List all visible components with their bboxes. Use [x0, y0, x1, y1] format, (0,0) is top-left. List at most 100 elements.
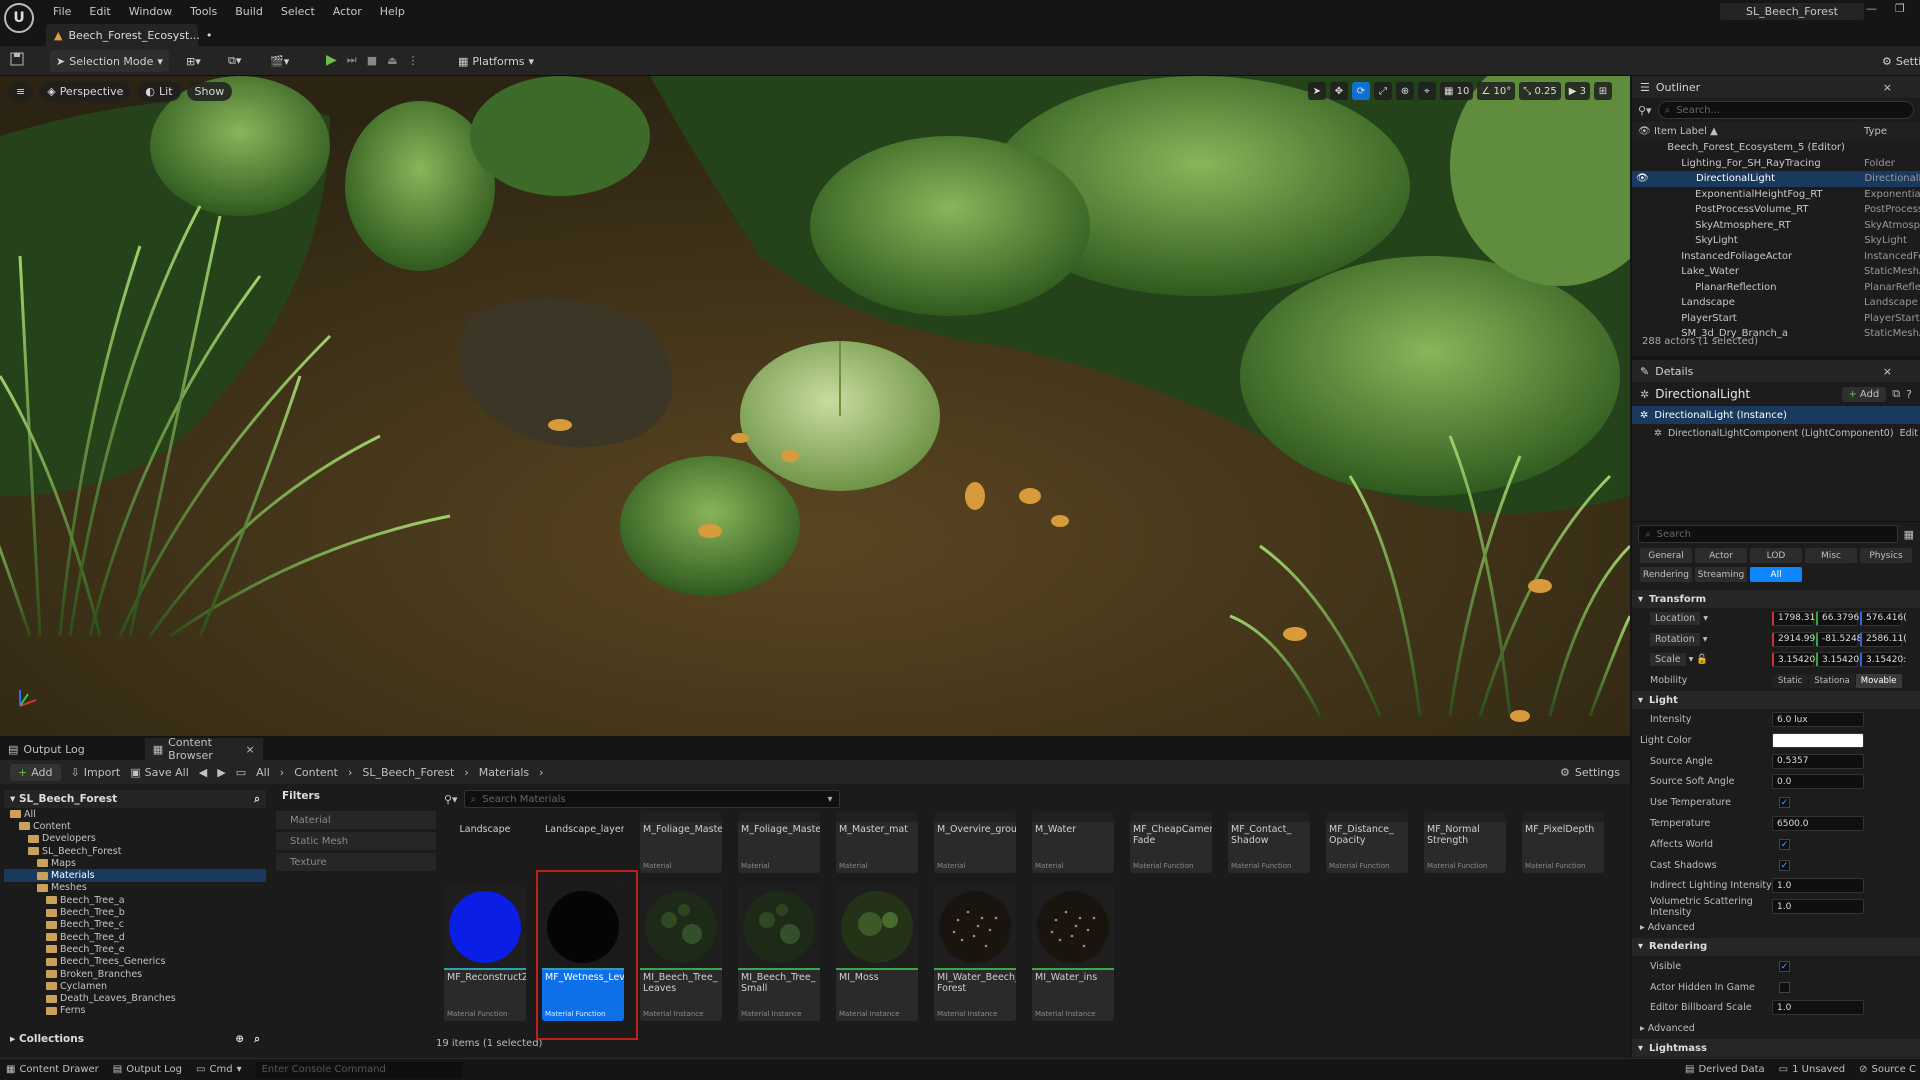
scale-x-field[interactable]: 3.15420:: [1772, 652, 1818, 668]
light-advanced-row[interactable]: ▸ Advanced: [1632, 917, 1920, 938]
cat-actor[interactable]: Actor: [1695, 548, 1747, 563]
world-space-icon[interactable]: ⊕: [1396, 82, 1414, 100]
save-all-button[interactable]: ▣ Save All: [130, 766, 189, 779]
add-button[interactable]: + Add: [10, 763, 61, 781]
crumb-all[interactable]: All: [256, 766, 270, 779]
outliner-row[interactable]: PlanarReflection PlanarReflec: [1632, 280, 1920, 296]
add-collection-icon[interactable]: ⊕: [235, 1033, 244, 1045]
restore-icon[interactable]: ❐: [1895, 2, 1905, 15]
rotation-y-field[interactable]: -81.5248: [1816, 631, 1862, 647]
asset-tile[interactable]: M_Overvire_ground Material: [934, 812, 1016, 873]
details-instance-row[interactable]: ✲ DirectionalLight (Instance): [1632, 406, 1920, 424]
folder-tree-item[interactable]: Maps: [4, 857, 266, 869]
outliner-row[interactable]: Landscape Landscape: [1632, 295, 1920, 311]
asset-tile[interactable]: M_Master_mat Material: [836, 812, 918, 873]
cmd-dropdown[interactable]: ▭ Cmd ▾: [196, 1064, 242, 1075]
rotate-tool-icon[interactable]: ⟳: [1352, 82, 1370, 100]
rendering-advanced-row[interactable]: ▸ Advanced: [1632, 1018, 1920, 1039]
surface-snap-icon[interactable]: ⌖: [1418, 82, 1436, 100]
asset-tile[interactable]: MI_Moss Material Instance: [836, 886, 918, 1021]
viewport-layout-icon[interactable]: ⊞: [1593, 82, 1612, 100]
crumb-sl-beech-forest[interactable]: SL_Beech_Forest: [362, 766, 454, 779]
search-icon[interactable]: ⌕: [254, 793, 260, 806]
filter-static-mesh[interactable]: Static Mesh: [276, 832, 436, 850]
menu-build[interactable]: Build: [226, 5, 272, 18]
outliner-row[interactable]: 👁 DirectionalLight DirectionalLi: [1632, 171, 1920, 187]
asset-tile[interactable]: M_Foliage_Master_with_Wind Material: [738, 812, 820, 873]
menu-edit[interactable]: Edit: [80, 5, 119, 18]
outliner-row[interactable]: Lighting_For_SH_RayTracing Folder: [1632, 156, 1920, 172]
folder-tree-item[interactable]: Developers: [4, 833, 266, 845]
asset-tile[interactable]: M_Foliage_Master Material: [640, 812, 722, 873]
asset-tile[interactable]: MF_PixelDepth Material Function: [1522, 812, 1604, 873]
lit-button[interactable]: ◐ Lit: [137, 82, 181, 101]
outliner-row[interactable]: SkyLight SkyLight: [1632, 233, 1920, 249]
outliner-tab[interactable]: ☰ Outliner ×: [1632, 76, 1920, 98]
settings-button[interactable]: ⚙ Settin: [1876, 50, 1920, 72]
stop-icon[interactable]: ■: [367, 54, 377, 67]
intensity-field[interactable]: 6.0 lux: [1772, 712, 1864, 728]
asset-tile[interactable]: MF_Contact_ Shadow Material Function: [1228, 812, 1310, 873]
cat-streaming[interactable]: Streaming: [1695, 567, 1747, 582]
folder-tree-item[interactable]: Cyclamen: [4, 980, 266, 992]
content-browser-tab[interactable]: ▦ Content Browser ×: [144, 736, 263, 762]
hidden-in-game-checkbox[interactable]: [1779, 981, 1790, 993]
source-angle-field[interactable]: 0.5357: [1772, 753, 1864, 769]
folder-tree-item[interactable]: Beech_Tree_d: [4, 931, 266, 943]
output-log-tab[interactable]: ▤ Output Log: [0, 738, 93, 760]
asset-tile[interactable]: MI_Water_Beech_ Forest Material Instance: [934, 886, 1016, 1021]
folder-tree-item[interactable]: All: [4, 808, 266, 820]
mobility-static[interactable]: Static: [1772, 673, 1809, 688]
cat-general[interactable]: General: [1640, 548, 1692, 563]
asset-search-input[interactable]: ⌕ Search Materials ▾: [463, 790, 840, 808]
cast-shadows-checkbox[interactable]: ✓: [1779, 859, 1790, 871]
light-color-swatch[interactable]: [1772, 732, 1864, 748]
menu-file[interactable]: File: [44, 5, 80, 18]
crumb-content[interactable]: Content: [294, 766, 338, 779]
folder-tree-item[interactable]: Meshes: [4, 882, 266, 894]
asset-tile[interactable]: MI_Beech_Tree_ Small Material Instance: [738, 886, 820, 1021]
mobility-stationary[interactable]: Stationa: [1809, 673, 1855, 688]
collections-header[interactable]: ▸ Collections ⊕ ⌕: [4, 1030, 266, 1048]
folder-tree-item[interactable]: Materials: [4, 869, 266, 882]
folder-tree-item[interactable]: Ferns: [4, 1005, 266, 1017]
outliner-row[interactable]: Lake_Water StaticMeshA: [1632, 264, 1920, 280]
close-icon[interactable]: ×: [246, 743, 255, 756]
select-tool-icon[interactable]: ➤: [1308, 82, 1326, 100]
folder-tree-item[interactable]: Death_Leaves_Branches: [4, 992, 266, 1004]
angle-snap-button[interactable]: ∠ 10°: [1477, 82, 1516, 100]
billboard-scale-field[interactable]: 1.0: [1772, 1000, 1864, 1016]
blueprint-icon[interactable]: ⧉: [1892, 387, 1900, 401]
perspective-button[interactable]: ◈ Perspective: [39, 82, 132, 101]
close-icon[interactable]: ×: [1883, 365, 1892, 378]
rotation-dropdown[interactable]: Rotation ▾: [1632, 632, 1772, 646]
derived-data-button[interactable]: ▤ Derived Data: [1685, 1064, 1765, 1075]
details-component-row[interactable]: ✲ DirectionalLightComponent (LightCompon…: [1632, 424, 1920, 442]
menu-tools[interactable]: Tools: [181, 5, 226, 18]
asset-tile[interactable]: MF_CheapCamera Fade Material Function: [1130, 812, 1212, 873]
volumetric-field[interactable]: 1.0: [1772, 899, 1864, 915]
filter-icon[interactable]: ⚲▾: [444, 793, 458, 806]
cat-physics[interactable]: Physics: [1860, 548, 1912, 563]
platforms-dropdown[interactable]: ▦ Platforms ▾: [452, 50, 540, 72]
asset-tile[interactable]: M_Water Material: [1032, 812, 1114, 873]
asset-tile[interactable]: MF_Wetness_Level Material Function: [542, 886, 624, 1021]
scale-snap-button[interactable]: ⤡ 0.25: [1519, 82, 1561, 100]
details-tab[interactable]: ✎ Details ×: [1632, 360, 1920, 382]
play-icon[interactable]: ▶: [326, 52, 337, 68]
filter-material[interactable]: Material: [276, 811, 436, 829]
step-icon[interactable]: ⏭: [347, 53, 357, 67]
grid-snap-button[interactable]: ▦ 10: [1440, 82, 1474, 100]
use-temperature-checkbox[interactable]: ✓: [1779, 797, 1790, 809]
asset-tile[interactable]: MI_Beech_Tree_ Leaves Material Instance: [640, 886, 722, 1021]
asset-tile[interactable]: Landscape_layers: [542, 812, 624, 865]
outliner-row[interactable]: PostProcessVolume_RT PostProcess: [1632, 202, 1920, 218]
crumb-materials[interactable]: Materials: [479, 766, 529, 779]
asset-tile[interactable]: MF_Normal Strength Material Function: [1424, 812, 1506, 873]
back-icon[interactable]: ◀: [199, 766, 207, 779]
folder-tree-item[interactable]: Beech_Tree_c: [4, 919, 266, 931]
unreal-logo-icon[interactable]: U: [4, 3, 34, 33]
forward-icon[interactable]: ▶: [217, 766, 225, 779]
save-icon[interactable]: [10, 52, 24, 66]
eject-icon[interactable]: ⏏: [387, 54, 397, 67]
